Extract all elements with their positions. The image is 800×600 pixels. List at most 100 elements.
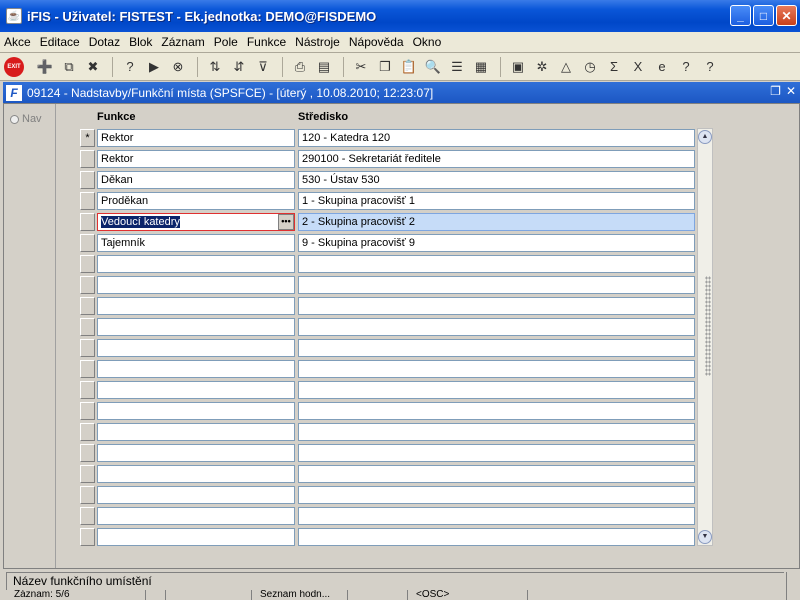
web-icon[interactable]: e [651,56,673,78]
record-indicator[interactable]: * [80,129,95,147]
find-icon[interactable]: 🔍 [422,56,444,78]
funkce-field[interactable]: Proděkan [97,192,295,210]
settings-icon[interactable]: ✲ [531,56,553,78]
record-indicator[interactable] [80,234,95,252]
menu-funkce[interactable]: Funkce [247,35,286,49]
funkce-field[interactable]: Rektor [97,129,295,147]
menu-pole[interactable]: Pole [214,35,238,49]
record-indicator[interactable] [80,381,95,399]
funkce-field[interactable] [97,528,295,546]
exit-button[interactable]: EXIT [4,56,24,77]
funkce-field[interactable] [97,402,295,420]
stredisko-field[interactable] [298,528,695,546]
stredisko-field[interactable] [298,297,695,315]
form-close-icon[interactable]: ✕ [786,84,796,98]
sort-asc-icon[interactable]: ⇅ [204,56,226,78]
maximize-button[interactable]: □ [753,5,774,26]
sum-icon[interactable]: Σ [603,56,625,78]
stredisko-field[interactable] [298,486,695,504]
insert-record-icon[interactable]: ➕ [34,56,56,78]
funkce-field[interactable] [97,297,295,315]
copy-icon[interactable]: ❐ [374,56,396,78]
stredisko-field[interactable] [298,465,695,483]
nav-radio[interactable]: Nav [10,113,42,125]
funkce-field[interactable]: Děkan [97,171,295,189]
menu-nastroje[interactable]: Nástroje [295,35,340,49]
print-preview-icon[interactable]: ▤ [313,56,335,78]
record-indicator[interactable] [80,528,95,546]
filter-icon[interactable]: ⊽ [252,56,274,78]
funkce-field[interactable] [97,507,295,525]
record-indicator[interactable] [80,486,95,504]
stredisko-field[interactable]: 9 - Skupina pracovišť 9 [298,234,695,252]
stredisko-field[interactable] [298,444,695,462]
context-help-icon[interactable]: ? [699,56,721,78]
funkce-field[interactable] [97,318,295,336]
record-indicator[interactable] [80,150,95,168]
stredisko-field[interactable] [298,381,695,399]
help-icon[interactable]: ? [675,56,697,78]
sort-desc-icon[interactable]: ⇵ [228,56,250,78]
record-indicator[interactable] [80,171,95,189]
execute-query-icon[interactable]: ▶ [143,56,165,78]
menu-napoveda[interactable]: Nápověda [349,35,404,49]
list-icon[interactable]: ☰ [446,56,468,78]
record-indicator[interactable] [80,507,95,525]
close-button[interactable]: ✕ [776,5,797,26]
menu-dotaz[interactable]: Dotaz [89,35,120,49]
stredisko-field[interactable] [298,318,695,336]
menu-akce[interactable]: Akce [4,35,31,49]
stredisko-field[interactable] [298,402,695,420]
record-indicator[interactable] [80,423,95,441]
triangle-icon[interactable]: △ [555,56,577,78]
print-icon[interactable]: ⎙ [289,56,311,78]
enter-query-icon[interactable]: ? [119,56,141,78]
menu-blok[interactable]: Blok [129,35,152,49]
record-indicator[interactable] [80,213,95,231]
stredisko-field[interactable]: 290100 - Sekretariát ředitele [298,150,695,168]
record-indicator[interactable] [80,297,95,315]
stredisko-field[interactable] [298,255,695,273]
stredisko-field[interactable]: 1 - Skupina pracovišť 1 [298,192,695,210]
restore-icon[interactable]: ❐ [770,84,781,98]
record-indicator[interactable] [80,276,95,294]
record-indicator[interactable] [80,192,95,210]
stredisko-field[interactable] [298,507,695,525]
excel-icon[interactable]: X [627,56,649,78]
record-indicator[interactable] [80,465,95,483]
columns-icon[interactable]: ▦ [470,56,492,78]
cut-icon[interactable]: ✂ [350,56,372,78]
stredisko-field[interactable] [298,276,695,294]
duplicate-record-icon[interactable]: ⧉ [58,56,80,78]
record-indicator[interactable] [80,318,95,336]
stredisko-field[interactable] [298,423,695,441]
record-indicator[interactable] [80,402,95,420]
clock-icon[interactable]: ◷ [579,56,601,78]
funkce-field[interactable] [97,339,295,357]
funkce-field[interactable] [97,486,295,504]
calculator-icon[interactable]: ▣ [507,56,529,78]
record-indicator[interactable] [80,444,95,462]
scroll-down-icon[interactable]: ▼ [698,530,712,544]
delete-record-icon[interactable]: ✖ [82,56,104,78]
cancel-query-icon[interactable]: ⊗ [167,56,189,78]
funkce-field[interactable] [97,465,295,483]
scroll-up-icon[interactable]: ▲ [698,130,712,144]
paste-icon[interactable]: 📋 [398,56,420,78]
funkce-field[interactable]: Vedoucí katedry [97,213,295,231]
funkce-field[interactable] [97,381,295,399]
menu-okno[interactable]: Okno [413,35,442,49]
minimize-button[interactable]: _ [730,5,751,26]
funkce-field[interactable] [97,444,295,462]
funkce-field[interactable]: Tajemník [97,234,295,252]
funkce-field[interactable] [97,360,295,378]
funkce-field[interactable]: Rektor [97,150,295,168]
record-indicator[interactable] [80,360,95,378]
funkce-field[interactable] [97,423,295,441]
record-indicator[interactable] [80,255,95,273]
funkce-field[interactable] [97,255,295,273]
funkce-field[interactable] [97,276,295,294]
record-indicator[interactable] [80,339,95,357]
menu-zaznam[interactable]: Záznam [161,35,204,49]
stredisko-field[interactable] [298,360,695,378]
